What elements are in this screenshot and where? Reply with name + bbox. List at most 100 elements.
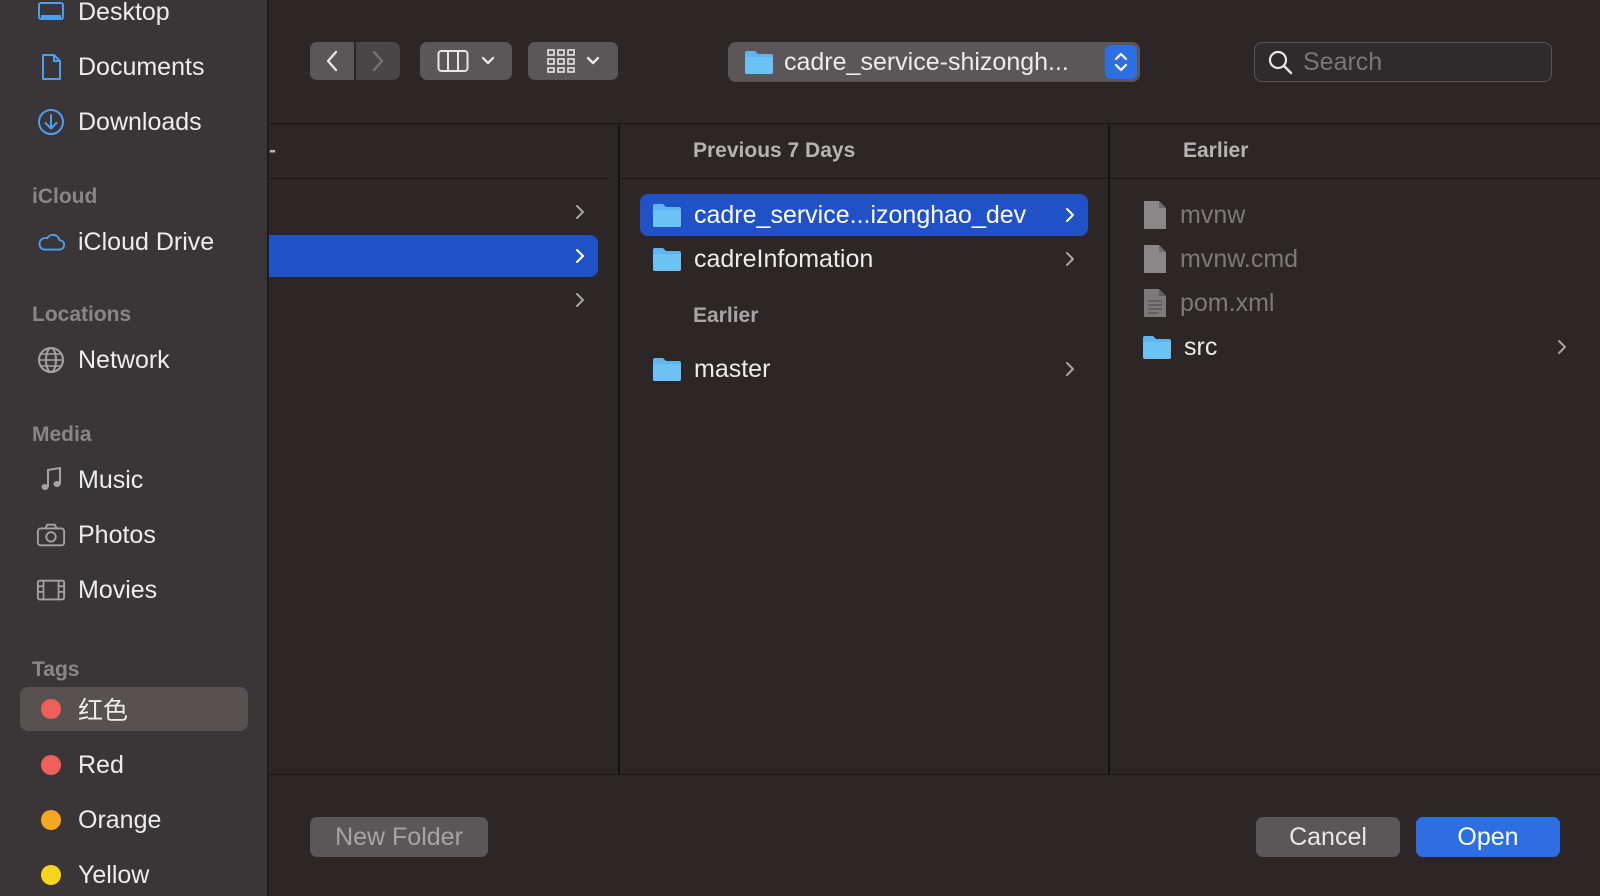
cloud-icon (36, 227, 66, 257)
list-item-cadreinfomation[interactable]: cadreInfomation (640, 238, 1088, 280)
film-icon (36, 575, 66, 605)
chevron-right-icon (576, 293, 584, 307)
column-2-header: Previous 7 Days (620, 125, 1108, 179)
list-item[interactable] (269, 191, 598, 233)
sidebar-item-label: Music (78, 465, 144, 494)
list-item-label: cadre_service...izonghao_dev (694, 200, 1027, 229)
sidebar-item-network[interactable]: Network (20, 338, 248, 382)
sidebar-item-label: Network (78, 345, 170, 374)
sidebar-item-photos[interactable]: Photos (20, 513, 248, 557)
sidebar-heading-media: Media (32, 423, 92, 446)
file-browser: cadre_service-shizongh... - Previous 7 D… (269, 0, 1600, 896)
section-heading-previous-7-days: Previous 7 Days (693, 139, 856, 162)
list-item-label: cadreInfomation (694, 244, 874, 273)
xml-file-icon (1144, 289, 1166, 317)
cancel-button[interactable]: Cancel (1256, 817, 1400, 857)
sidebar-tag-orange[interactable]: Orange (20, 798, 248, 842)
bottom-bar: New Folder Cancel Open (269, 774, 1600, 896)
list-item-label: mvnw (1180, 200, 1246, 229)
folder-icon (653, 204, 681, 227)
sidebar-item-label: Orange (78, 805, 162, 834)
new-folder-button[interactable]: New Folder (310, 817, 488, 857)
list-item-label: master (694, 354, 771, 383)
sidebar-item-label: Red (78, 750, 124, 779)
sidebar-item-label: Desktop (78, 0, 170, 26)
chevron-right-icon (1066, 208, 1074, 222)
desktop-icon (36, 0, 66, 27)
sidebar-heading-tags: Tags (32, 658, 80, 681)
sidebar-tag-red[interactable]: Red (20, 743, 248, 787)
chevron-left-icon (326, 50, 338, 72)
group-by-button[interactable] (528, 42, 618, 80)
up-down-chevron-icon (1105, 45, 1137, 79)
columns-view-icon (437, 50, 469, 72)
chevron-right-icon (1066, 252, 1074, 266)
sidebar-item-label: Photos (78, 520, 156, 549)
sidebar-item-icloud-drive[interactable]: iCloud Drive (20, 220, 248, 264)
sidebar-item-label: Yellow (78, 860, 150, 889)
sidebar-heading-locations: Locations (32, 303, 132, 326)
column-3-header: Earlier (1110, 125, 1600, 179)
sidebar-item-downloads[interactable]: Downloads (20, 100, 248, 144)
column-1-header-fragment: - (269, 139, 276, 162)
document-icon (36, 52, 66, 82)
sidebar: Desktop Documents Downloads iCloud iClou… (0, 0, 268, 896)
sidebar-tag-yellow[interactable]: Yellow (20, 853, 248, 896)
list-item-src[interactable]: src (1130, 326, 1580, 368)
toolbar: cadre_service-shizongh... (269, 0, 1600, 124)
view-mode-button[interactable] (420, 42, 512, 80)
list-item-cadre-service[interactable]: cadre_service...izonghao_dev (640, 194, 1088, 236)
chevron-right-icon (1066, 362, 1074, 376)
open-button[interactable]: Open (1416, 817, 1560, 857)
list-item-selected[interactable] (269, 235, 598, 277)
chevron-right-icon (372, 50, 384, 72)
camera-icon (36, 520, 66, 550)
file-icon (1144, 201, 1166, 229)
file-icon (1144, 245, 1166, 273)
sidebar-item-label: Downloads (78, 107, 202, 136)
sidebar-tag-hongse[interactable]: 红色 (20, 687, 248, 731)
chevron-down-icon (586, 56, 600, 65)
search-icon (1268, 50, 1293, 75)
grid-icon (547, 49, 575, 73)
folder-icon (745, 51, 773, 74)
sidebar-item-music[interactable]: Music (20, 458, 248, 502)
search-field[interactable] (1254, 42, 1552, 82)
list-item-master[interactable]: master (640, 348, 1088, 390)
tag-dot-icon (36, 860, 66, 890)
tag-dot-icon (36, 750, 66, 780)
column-2: Previous 7 Days cadre_service...izonghao… (620, 125, 1108, 774)
list-item-label: mvnw.cmd (1180, 244, 1299, 273)
column-1: - (269, 125, 608, 774)
sidebar-item-label: Movies (78, 575, 158, 604)
chevron-right-icon (576, 249, 584, 263)
sidebar-item-label: iCloud Drive (78, 227, 215, 256)
section-heading-earlier: Earlier (1183, 139, 1249, 162)
path-popup-label: cadre_service-shizongh... (784, 47, 1069, 76)
sidebar-item-label: Documents (78, 52, 205, 81)
back-button[interactable] (310, 42, 354, 80)
globe-icon (36, 345, 66, 375)
search-input[interactable] (1303, 47, 1543, 77)
list-item-mvnw-cmd[interactable]: mvnw.cmd (1130, 238, 1580, 280)
download-icon (36, 107, 66, 137)
forward-button[interactable] (356, 42, 400, 80)
list-item-label: src (1184, 332, 1218, 361)
list-item[interactable] (269, 279, 598, 321)
sidebar-heading-icloud: iCloud (32, 185, 98, 208)
column-1-header: - (269, 125, 608, 179)
path-popup[interactable]: cadre_service-shizongh... (728, 42, 1140, 82)
folder-icon (653, 358, 681, 381)
tag-dot-icon (36, 805, 66, 835)
sidebar-item-movies[interactable]: Movies (20, 568, 248, 612)
list-item-mvnw[interactable]: mvnw (1130, 194, 1580, 236)
music-note-icon (36, 465, 66, 495)
sidebar-item-desktop[interactable]: Desktop (20, 0, 248, 34)
folder-icon (1143, 336, 1171, 359)
list-item-pom-xml[interactable]: pom.xml (1130, 282, 1580, 324)
column-3: Earlier mvnw mvnw.cmd pom.xml src (1110, 125, 1600, 774)
list-item-label: pom.xml (1180, 288, 1275, 317)
chevron-right-icon (1558, 340, 1566, 354)
chevron-right-icon (576, 205, 584, 219)
sidebar-item-documents[interactable]: Documents (20, 45, 248, 89)
